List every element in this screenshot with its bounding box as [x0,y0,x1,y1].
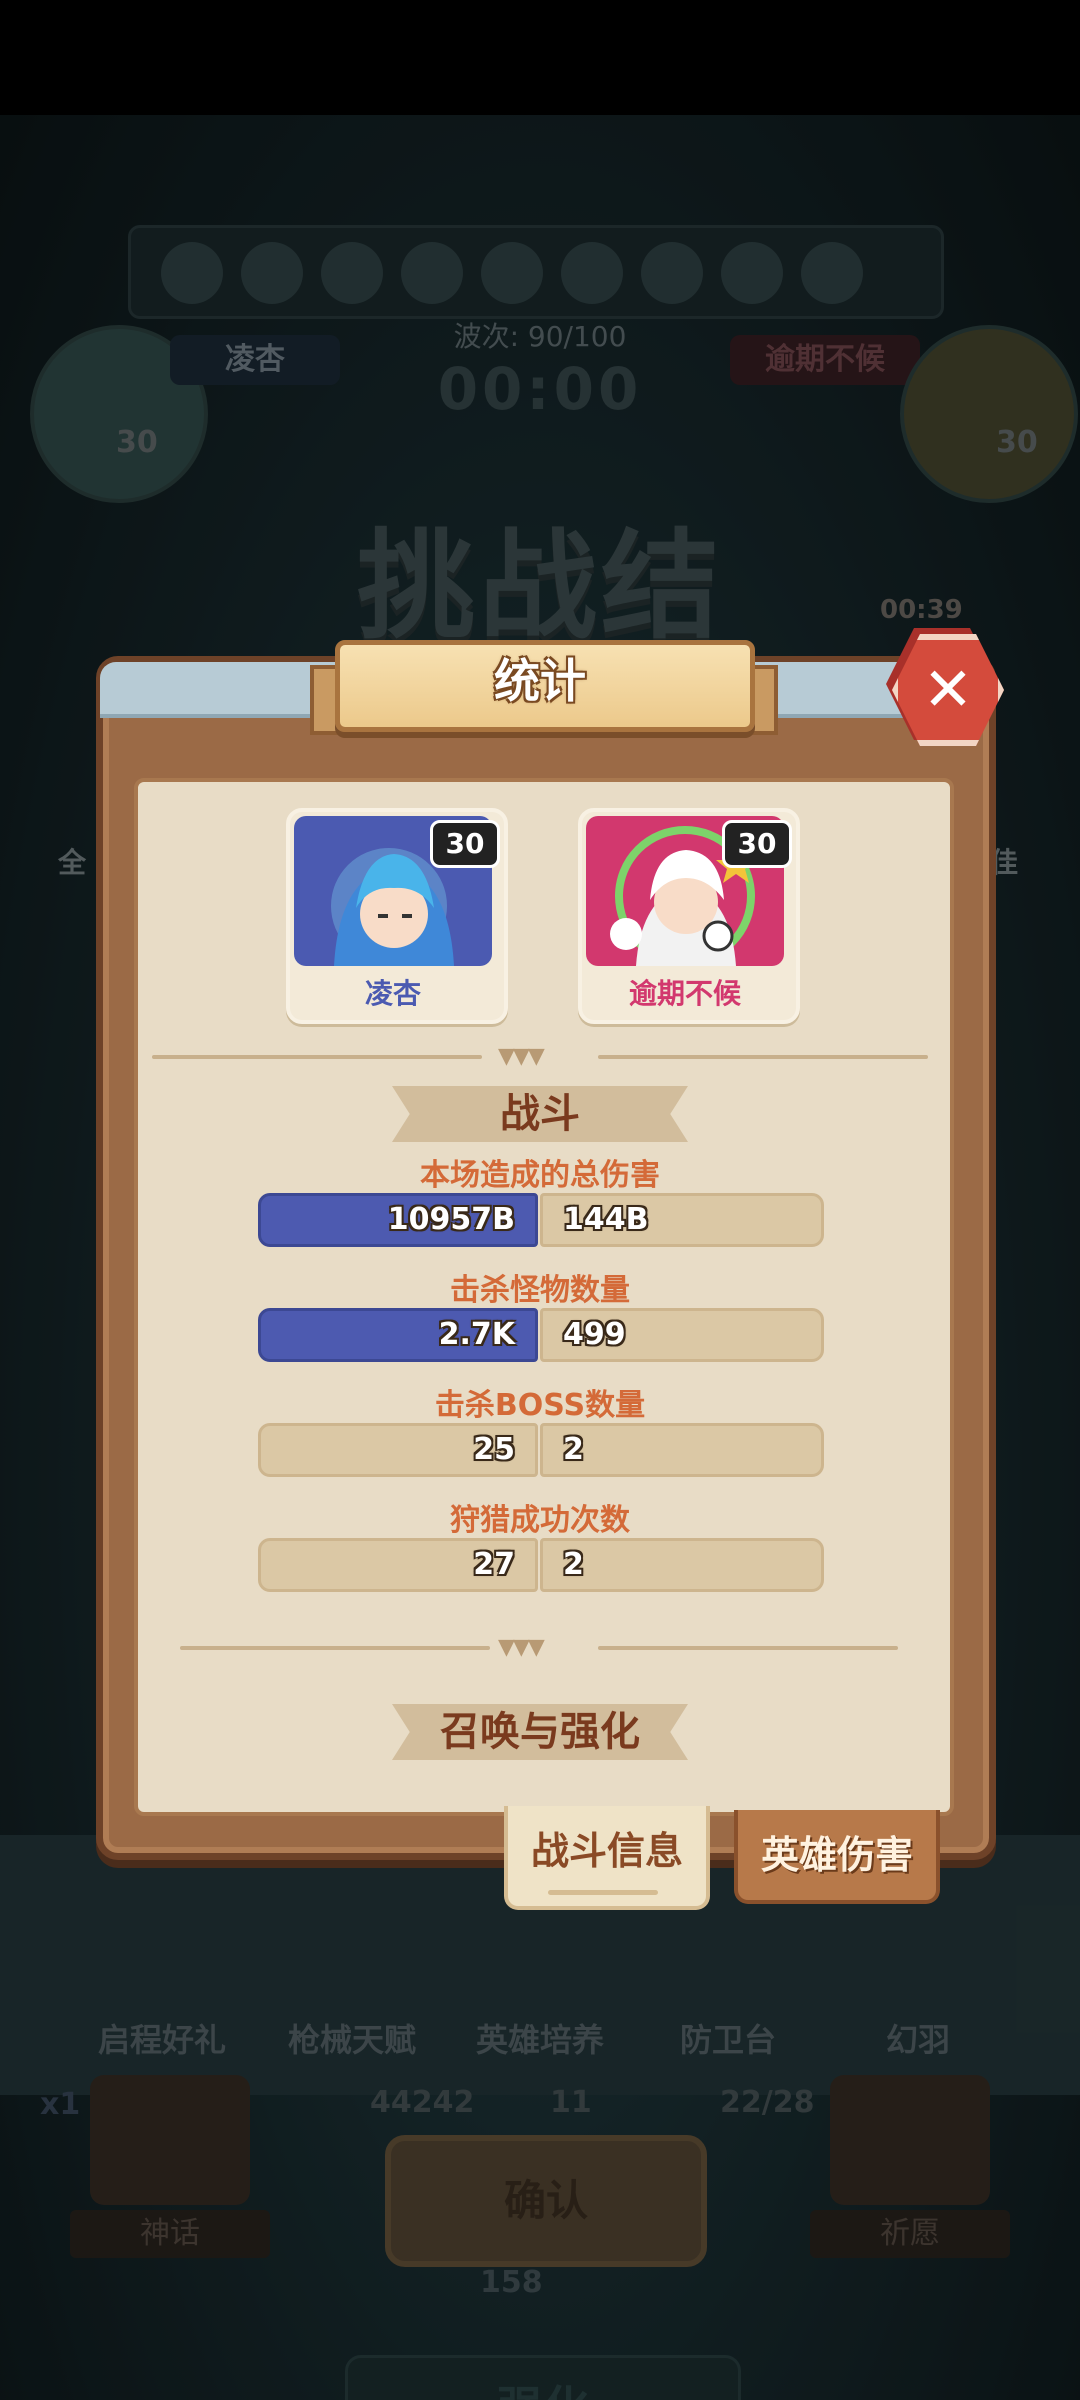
stat-value-right: 2 [540,1423,824,1477]
divider-ornament-icon: ▼▼▼ [498,1635,545,1660]
stat-label-total-damage: 本场造成的总伤害 [420,1158,660,1193]
hero-card-right[interactable]: 30 逾期不候 [578,808,800,1024]
stat-value-left: 27 [258,1538,538,1592]
stat-value-left: 2.7K [258,1308,538,1362]
stat-bar-boss-kills: 25 2 [258,1423,824,1477]
hero-card-left[interactable]: 30 凌杏 [286,808,508,1024]
hero-level-badge-right: 30 [722,820,792,868]
section-battle-header: 战斗 [392,1086,688,1142]
stat-value-right: 499 [540,1308,824,1362]
divider-line [152,1055,482,1059]
hero-level-badge-left: 30 [430,820,500,868]
hero-name-left: 凌杏 [364,977,421,1010]
stat-value-left: 10957B [258,1193,538,1247]
tab-active-indicator [548,1890,658,1895]
divider-line [598,1055,928,1059]
stat-label-hunt-success: 狩猎成功次数 [450,1503,630,1538]
divider-line [598,1646,898,1650]
stat-value-left: 25 [258,1423,538,1477]
stat-bar-total-damage: 10957B 144B [258,1193,824,1247]
divider-ornament-icon: ▼▼▼ [498,1044,545,1069]
stat-bar-hunt-success: 27 2 [258,1538,824,1592]
stat-value-right: 2 [540,1538,824,1592]
dialog-title: 统计 [494,654,586,708]
close-icon: ✕ [922,655,974,725]
hero-name-right: 逾期不候 [628,977,741,1010]
stat-label-monster-kills: 击杀怪物数量 [450,1273,630,1308]
stat-bar-monster-kills: 2.7K 499 [258,1308,824,1362]
section-summon-header: 召唤与强化 [392,1704,688,1760]
tab-hero-damage[interactable]: 英雄伤害 [734,1810,940,1904]
stat-label-boss-kills: 击杀BOSS数量 [434,1388,646,1423]
stat-value-right: 144B [540,1193,824,1247]
divider-line [180,1646,490,1650]
